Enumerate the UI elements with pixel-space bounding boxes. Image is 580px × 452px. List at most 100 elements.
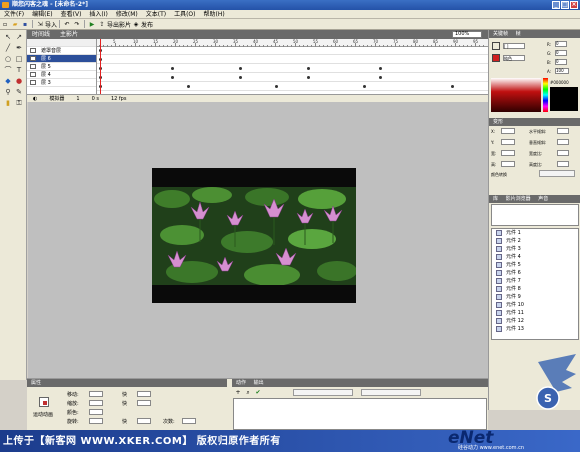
- rectangle-tool-icon[interactable]: □: [14, 54, 24, 64]
- tab-transform[interactable]: 变形: [493, 119, 503, 125]
- h-field[interactable]: [501, 161, 515, 167]
- menu-view[interactable]: 查看(V): [57, 10, 86, 19]
- stroke-color-icon[interactable]: [492, 42, 500, 50]
- menu-edit[interactable]: 编辑(E): [28, 10, 56, 19]
- frame-row[interactable]: [97, 56, 488, 64]
- scale-select[interactable]: [89, 400, 103, 406]
- library-item[interactable]: 元件 8: [492, 285, 578, 293]
- library-item[interactable]: 元件 3: [492, 245, 578, 253]
- frame-row[interactable]: [97, 83, 488, 91]
- line-tool-icon[interactable]: ╱: [3, 43, 13, 53]
- eraser-icon[interactable]: ▮: [3, 98, 13, 108]
- color-picker[interactable]: [491, 78, 541, 112]
- publish-icon[interactable]: ◈: [132, 20, 140, 28]
- menu-modify[interactable]: 修改(M): [112, 10, 142, 19]
- frame-row[interactable]: [97, 65, 488, 73]
- library-item[interactable]: 元件 2: [492, 237, 578, 245]
- x-field[interactable]: [501, 128, 515, 134]
- tab-sound[interactable]: 声音: [538, 196, 548, 202]
- r-field[interactable]: 0: [555, 41, 567, 47]
- oval-tool-icon[interactable]: ○: [3, 54, 13, 64]
- library-item[interactable]: 元件 6: [492, 269, 578, 277]
- publish-label[interactable]: 发布: [141, 20, 153, 29]
- maximize-button[interactable]: □: [561, 1, 569, 9]
- hue-slider[interactable]: [543, 78, 548, 112]
- paint-bucket-icon[interactable]: ◆: [3, 76, 13, 86]
- frames-grid[interactable]: 5 10 15 20 25 30 35 40 45 50 55 60 65 70 75 80 85 90 95: [97, 39, 488, 94]
- speed-field[interactable]: [137, 400, 151, 406]
- b-field[interactable]: 0: [555, 59, 567, 65]
- library-item[interactable]: 元件 4: [492, 253, 578, 261]
- rotate-select[interactable]: [89, 418, 103, 424]
- brush-tool-icon[interactable]: ✎: [14, 87, 24, 97]
- add-action-icon[interactable]: +: [234, 389, 242, 397]
- fill-color-icon[interactable]: [492, 54, 500, 62]
- arrow-tool-icon[interactable]: ↖: [3, 32, 13, 42]
- check-syntax-icon[interactable]: ✔: [254, 389, 262, 397]
- text-tool-icon[interactable]: T: [14, 65, 24, 75]
- lock-icon[interactable]: ⚿: [14, 98, 24, 108]
- layer-row[interactable]: 层 4: [27, 71, 96, 79]
- keyframe[interactable]: [239, 67, 242, 70]
- find-icon[interactable]: ⌕: [244, 389, 252, 397]
- library-item[interactable]: 元件 5: [492, 261, 578, 269]
- library-item[interactable]: 元件 9: [492, 293, 578, 301]
- vskew-field[interactable]: [557, 139, 569, 145]
- ink-bottle-icon[interactable]: ●: [14, 76, 24, 86]
- frame-ruler[interactable]: 5 10 15 20 25 30 35 40 45 50 55 60 65 70 75 80 85 90 95: [97, 39, 488, 47]
- layer-row[interactable]: 层 5: [27, 63, 96, 71]
- keyframe[interactable]: [363, 85, 366, 88]
- menu-text[interactable]: 文本(T): [142, 10, 170, 19]
- zoom-select[interactable]: 100%: [452, 31, 482, 38]
- tab-library[interactable]: 库: [493, 196, 498, 202]
- library-item[interactable]: 元件 1: [492, 229, 578, 237]
- hskew-field[interactable]: [557, 128, 569, 134]
- wscale-field[interactable]: [557, 150, 569, 156]
- keyframe[interactable]: [171, 76, 174, 79]
- export-icon[interactable]: ⇪: [98, 20, 106, 28]
- library-item[interactable]: 元件 11: [492, 309, 578, 317]
- keyframe[interactable]: [379, 76, 382, 79]
- tab-timeline[interactable]: 时间线: [27, 30, 55, 39]
- redo-icon[interactable]: ↷: [73, 20, 81, 28]
- menu-file[interactable]: 文件(F): [0, 10, 28, 19]
- subselect-tool-icon[interactable]: ↗: [14, 32, 24, 42]
- hscale-field[interactable]: [557, 161, 569, 167]
- undo-icon[interactable]: ↶: [63, 20, 71, 28]
- save-icon[interactable]: ▪: [21, 20, 29, 28]
- library-item[interactable]: 元件 12: [492, 317, 578, 325]
- speed-field[interactable]: [137, 391, 151, 397]
- keyframe[interactable]: [171, 67, 174, 70]
- frame-row[interactable]: [97, 74, 488, 82]
- keyframe[interactable]: [307, 76, 310, 79]
- layer-row[interactable]: 层 6: [27, 55, 96, 63]
- import-icon[interactable]: ⇲: [36, 20, 44, 28]
- w-field[interactable]: [501, 150, 515, 156]
- close-button[interactable]: ×: [570, 1, 578, 9]
- keyframe[interactable]: [379, 67, 382, 70]
- alpha-field[interactable]: 100: [555, 68, 569, 74]
- tab-frame[interactable]: 帧: [516, 31, 521, 37]
- color-transform-select[interactable]: [539, 170, 575, 177]
- script-mode-select[interactable]: [361, 389, 421, 396]
- tab-movie-explorer[interactable]: 影片浏览器: [506, 196, 531, 202]
- keyframe[interactable]: [451, 85, 454, 88]
- speed-field[interactable]: [137, 418, 151, 424]
- library-item[interactable]: 元件 7: [492, 277, 578, 285]
- menu-help[interactable]: 帮助(H): [200, 10, 229, 19]
- library-item[interactable]: 元件 13: [492, 325, 578, 333]
- keyframe[interactable]: [239, 76, 242, 79]
- actions-editor[interactable]: [233, 398, 487, 430]
- script-target-select[interactable]: [293, 389, 353, 396]
- lasso-tool-icon[interactable]: ⌒: [3, 65, 13, 75]
- move-select[interactable]: [89, 391, 103, 397]
- scene-label[interactable]: 主影片: [55, 30, 83, 39]
- keyframe[interactable]: [187, 85, 190, 88]
- open-folder-icon[interactable]: ▰: [11, 20, 19, 28]
- hex-value[interactable]: #000000: [550, 80, 569, 85]
- play-icon[interactable]: ▶: [88, 20, 96, 28]
- g-field[interactable]: 0: [555, 50, 567, 56]
- library-item[interactable]: 元件 10: [492, 301, 578, 309]
- playhead[interactable]: [100, 39, 101, 94]
- stroke-field[interactable]: [ ]: [503, 43, 525, 49]
